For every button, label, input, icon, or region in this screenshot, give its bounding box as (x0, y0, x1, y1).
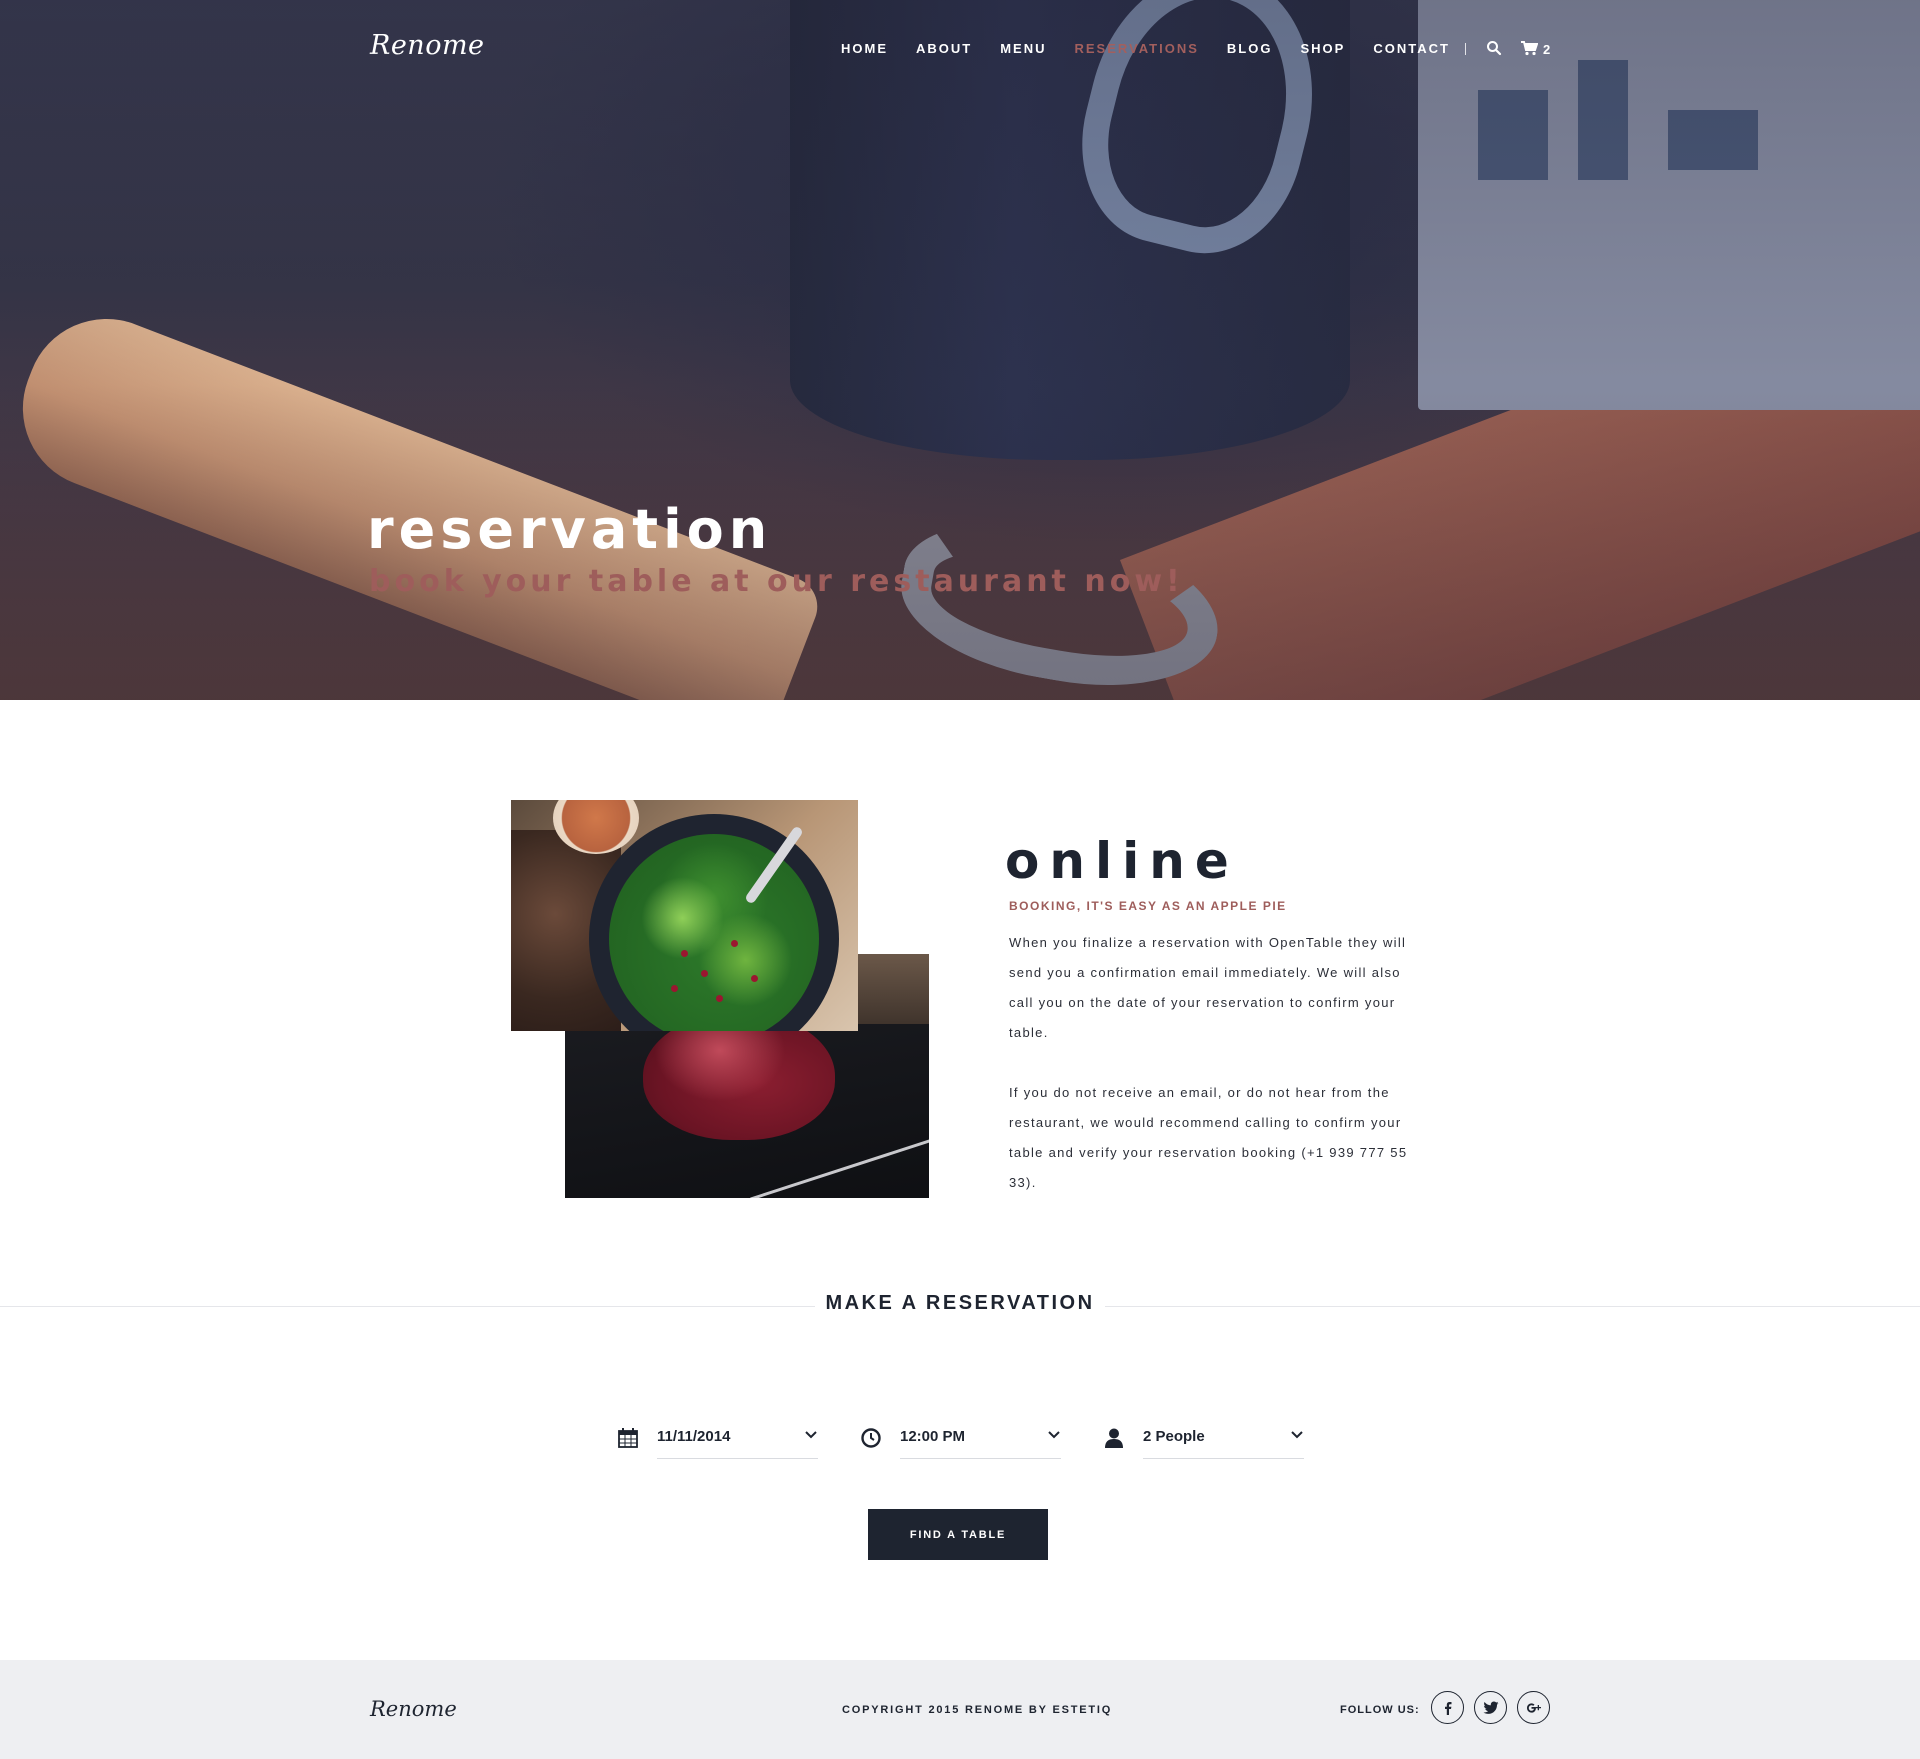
online-description: When you finalize a reservation with Ope… (1009, 928, 1421, 1198)
logo[interactable]: Renome (370, 30, 485, 61)
calendar-icon (618, 1428, 638, 1448)
hero-title: reservation (367, 498, 773, 561)
follow-us-label: FOLLOW US: (1340, 1704, 1420, 1716)
nav-separator (1465, 43, 1466, 55)
clock-icon (861, 1428, 881, 1448)
nav-contact[interactable]: CONTACT (1373, 41, 1450, 56)
reservation-title: MAKE A RESERVATION (815, 1292, 1105, 1315)
nav-reservations[interactable]: RESERVATIONS (1075, 41, 1199, 56)
date-select[interactable]: 11/11/2014 (617, 1424, 818, 1459)
people-select[interactable]: 2 People (1103, 1424, 1304, 1459)
date-value: 11/11/2014 (657, 1428, 731, 1445)
time-select[interactable]: 12:00 PM (860, 1424, 1061, 1459)
chevron-down-icon (1291, 1431, 1303, 1439)
cart-icon[interactable] (1520, 40, 1538, 56)
search-icon[interactable] (1486, 40, 1502, 56)
copyright-text: COPYRIGHT 2015 RENOME BY ESTETIQ (842, 1704, 1113, 1716)
chevron-down-icon (1048, 1431, 1060, 1439)
online-paragraph-2: If you do not receive an email, or do no… (1009, 1085, 1408, 1190)
top-navigation: Renome HOME ABOUT MENU RESERVATIONS BLOG… (0, 0, 1920, 100)
footer-logo[interactable]: Renome (370, 1697, 457, 1721)
nav-blog[interactable]: BLOG (1227, 41, 1273, 56)
nav-home[interactable]: HOME (841, 41, 888, 56)
facebook-icon[interactable] (1431, 1691, 1464, 1724)
online-title: online (1005, 832, 1239, 890)
nav-menu[interactable]: MENU (1000, 41, 1046, 56)
nav-shop[interactable]: SHOP (1300, 41, 1345, 56)
find-table-button[interactable]: FIND A TABLE (868, 1509, 1048, 1560)
chevron-down-icon (805, 1431, 817, 1439)
google-plus-icon[interactable] (1517, 1691, 1550, 1724)
time-value: 12:00 PM (900, 1428, 966, 1445)
hero-banner: reservation book your table at our resta… (0, 0, 1920, 700)
main-menu: HOME ABOUT MENU RESERVATIONS BLOG SHOP C… (841, 41, 1478, 56)
twitter-icon[interactable] (1474, 1691, 1507, 1724)
footer: Renome COPYRIGHT 2015 RENOME BY ESTETIQ … (0, 1660, 1920, 1759)
online-paragraph-1: When you finalize a reservation with Ope… (1009, 935, 1407, 1040)
person-icon (1105, 1428, 1123, 1448)
online-subtitle: BOOKING, IT'S EASY AS AN APPLE PIE (1009, 899, 1287, 913)
people-value: 2 People (1143, 1428, 1205, 1445)
salad-photo (511, 800, 858, 1031)
hero-subtitle: book your table at our restaurant now! (369, 564, 1184, 599)
nav-about[interactable]: ABOUT (916, 41, 972, 56)
cart-count[interactable]: 2 (1543, 42, 1550, 57)
